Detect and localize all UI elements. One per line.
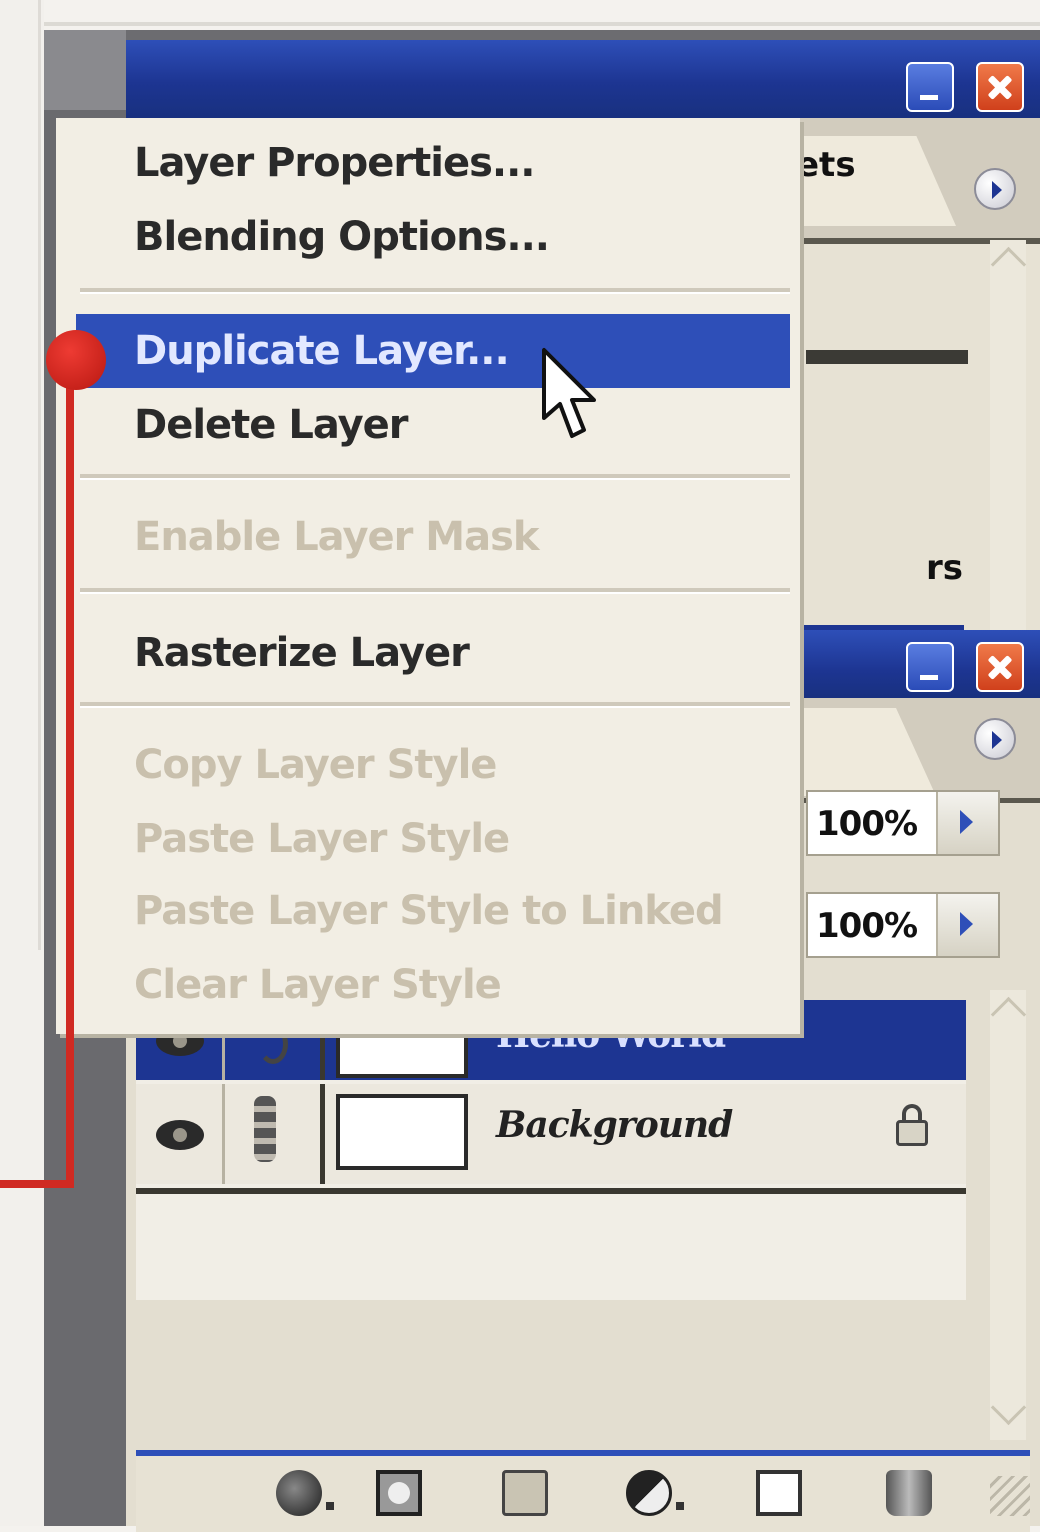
close-icon[interactable]	[976, 62, 1024, 112]
adjustment-layer-icon[interactable]	[626, 1470, 672, 1516]
menu-item-rasterize-layer[interactable]: Rasterize Layer	[76, 616, 790, 690]
visibility-cell[interactable]	[136, 1084, 225, 1184]
menu-item-clear-layer-style: Clear Layer Style	[134, 962, 502, 1008]
menu-item-layer-properties[interactable]: Layer Properties...	[76, 126, 790, 200]
upper-scrollbar[interactable]	[990, 240, 1027, 630]
fill-field[interactable]: 100%	[806, 892, 1000, 958]
layers-divider	[136, 1188, 966, 1194]
fill-value: 100%	[816, 906, 918, 946]
layers-scrollbar[interactable]	[990, 990, 1027, 1440]
close-icon[interactable]	[976, 642, 1024, 692]
callout-line-vertical	[66, 360, 74, 1186]
eye-icon[interactable]	[156, 1120, 204, 1150]
opacity-value: 100%	[816, 804, 918, 844]
layer-name[interactable]: Background	[496, 1104, 733, 1146]
new-layer-icon[interactable]	[756, 1470, 802, 1516]
opacity-field[interactable]: 100%	[806, 790, 1000, 856]
link-cell[interactable]	[224, 1084, 325, 1184]
page-rule-top	[44, 22, 1040, 26]
menu-separator	[80, 474, 790, 480]
layer-mask-icon[interactable]	[376, 1470, 422, 1516]
new-group-icon[interactable]	[502, 1470, 548, 1516]
arrow-cursor-icon	[542, 348, 596, 438]
minimize-icon[interactable]	[906, 642, 954, 692]
callout-dot	[46, 330, 106, 390]
menu-separator	[80, 288, 790, 294]
lock-icon	[892, 1102, 932, 1148]
menu-separator	[80, 588, 790, 594]
menu-dot	[676, 1502, 684, 1510]
tab-label: ets	[796, 145, 856, 185]
layer-row[interactable]: Background	[136, 1084, 966, 1184]
page-rule	[38, 0, 41, 950]
callout-line-horizontal	[0, 1180, 74, 1188]
scroll-up-icon[interactable]	[990, 996, 1027, 1033]
menu-item-copy-layer-style: Copy Layer Style	[134, 742, 497, 788]
opacity-arrow-icon[interactable]	[936, 792, 998, 854]
menu-item-duplicate-layer[interactable]: Duplicate Layer...	[76, 314, 790, 388]
menu-item-delete-layer[interactable]: Delete Layer	[76, 388, 790, 462]
palette-menu-arrow-icon[interactable]	[974, 718, 1016, 760]
menu-separator	[80, 702, 790, 708]
menu-dot	[326, 1502, 334, 1510]
menu-item-paste-layer-style: Paste Layer Style	[134, 816, 510, 862]
dock-strip-highlight	[44, 30, 126, 110]
fill-arrow-icon[interactable]	[936, 894, 998, 956]
menu-item-blending-options[interactable]: Blending Options...	[76, 200, 790, 274]
upper-palette-titlebar[interactable]	[126, 40, 1040, 118]
menu-item-paste-layer-style-linked: Paste Layer Style to Linked	[134, 888, 724, 934]
scroll-down-icon[interactable]	[990, 1389, 1027, 1426]
layer-context-menu: Layer Properties... Blending Options... …	[56, 118, 800, 1034]
upper-content-divider	[806, 350, 968, 364]
layer-thumbnail	[336, 1094, 468, 1170]
scroll-up-icon[interactable]	[990, 246, 1027, 283]
trash-icon[interactable]	[886, 1470, 932, 1516]
layer-style-icon[interactable]	[276, 1470, 322, 1516]
palette-menu-arrow-icon[interactable]	[974, 168, 1016, 210]
resize-grip-icon[interactable]	[990, 1476, 1030, 1516]
menu-item-enable-layer-mask: Enable Layer Mask	[134, 514, 540, 560]
layers-list: Hello World Background	[136, 1000, 966, 1300]
tab-layers[interactable]	[776, 708, 936, 796]
chain-icon	[254, 1096, 276, 1162]
minimize-icon[interactable]	[906, 62, 954, 112]
layers-toolbar	[136, 1450, 1030, 1532]
partial-label: rs	[926, 548, 964, 588]
